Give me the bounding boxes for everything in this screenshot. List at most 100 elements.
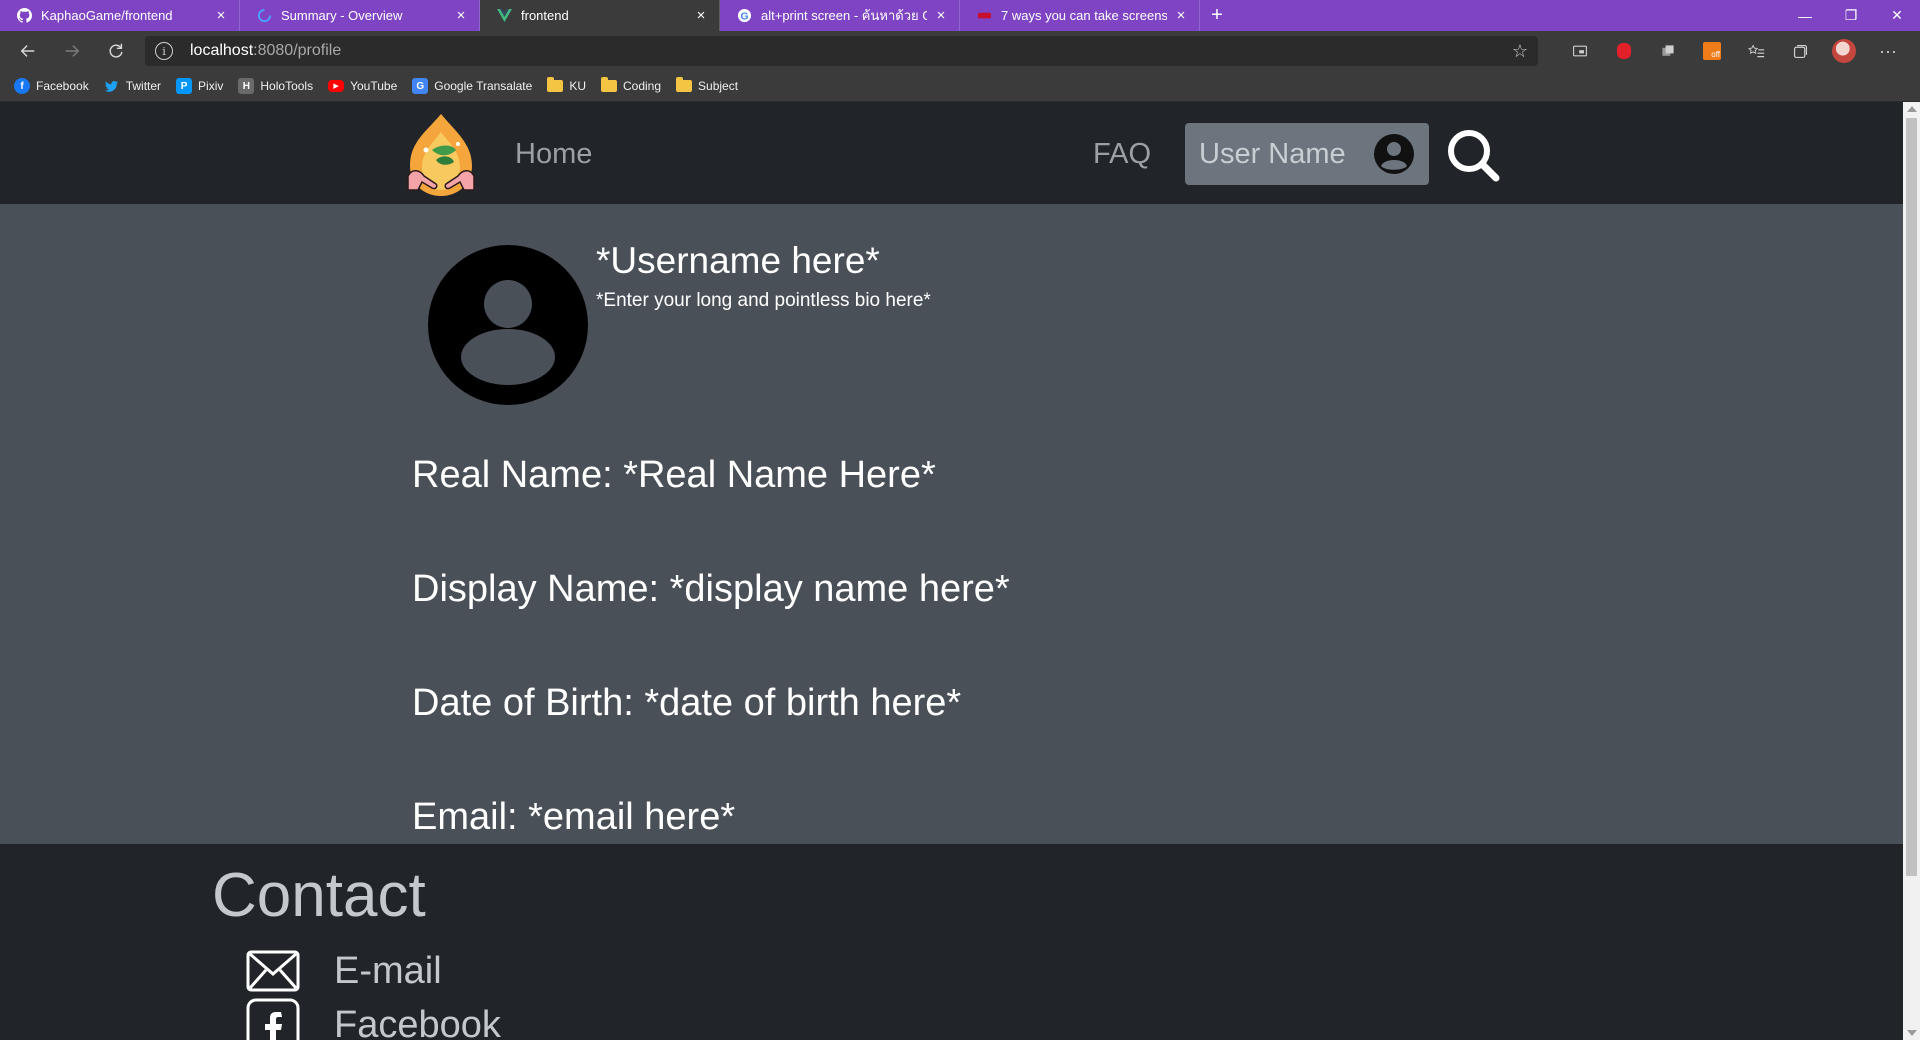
bookmark-holotools[interactable]: H HoloTools	[238, 78, 313, 94]
bookmark-pixiv[interactable]: P Pixiv	[176, 78, 223, 94]
collections-icon[interactable]	[1778, 31, 1822, 71]
back-button[interactable]	[6, 31, 50, 71]
profile-date-of-birth: Date of Birth: *date of birth here*	[412, 682, 962, 724]
browser-tab[interactable]: G alt+print screen - ค้นหาด้วย Goog ×	[720, 0, 960, 31]
contact-email-link[interactable]: E-mail	[246, 944, 442, 998]
tab-close-icon[interactable]: ×	[933, 7, 949, 24]
extension-pdf-icon[interactable]: off	[1690, 31, 1734, 71]
bookmark-twitter[interactable]: Twitter	[104, 78, 161, 94]
browser-tab-active[interactable]: frontend ×	[480, 0, 720, 31]
contact-facebook-label: Facebook	[334, 1003, 501, 1040]
more-menu-icon[interactable]: ···	[1866, 31, 1910, 71]
arrow-left-icon	[20, 45, 35, 57]
folder-icon	[676, 77, 693, 92]
nav-faq-link[interactable]: FAQ	[1093, 138, 1151, 171]
bookmark-label: YouTube	[350, 79, 398, 93]
scroll-up-icon[interactable]	[1907, 106, 1917, 112]
tab-title: KaphaoGame/frontend	[41, 8, 173, 23]
extension-grey-icon[interactable]	[1646, 31, 1690, 71]
profile-avatar[interactable]	[1822, 31, 1866, 71]
browser-tab[interactable]: 7 ways you can take screenshots ×	[960, 0, 1200, 31]
bookmark-label: Subject	[698, 79, 739, 93]
info-icon[interactable]: i	[155, 42, 173, 60]
user-name-label: User Name	[1199, 137, 1346, 170]
profile-section: *Username here* *Enter your long and poi…	[0, 204, 1903, 844]
search-icon[interactable]	[1445, 127, 1501, 183]
profile-username: *Username here*	[596, 240, 880, 281]
bookmark-label: HoloTools	[260, 79, 314, 93]
bookmark-folder-ku[interactable]: KU	[547, 77, 586, 93]
profile-email: Email: *email here*	[412, 796, 736, 838]
contact-email-label: E-mail	[334, 949, 442, 992]
contact-facebook-link[interactable]: Facebook	[246, 998, 501, 1040]
tab-title: frontend	[521, 8, 569, 23]
bookmarks-bar: f Facebook Twitter P Pixiv H HoloTools ▶…	[0, 71, 1920, 102]
screen-cast-icon[interactable]	[1558, 31, 1602, 71]
user-name-button[interactable]: User Name	[1185, 123, 1429, 185]
facebook-icon: f	[14, 78, 30, 94]
tab-title: 7 ways you can take screenshots	[1001, 8, 1167, 23]
profile-real-name: Real Name: *Real Name Here*	[412, 454, 936, 496]
facebook-icon	[246, 998, 300, 1040]
bookmark-label: KU	[569, 79, 586, 93]
arrow-right-icon	[65, 45, 80, 57]
forward-button[interactable]	[50, 31, 94, 71]
tab-title: Summary - Overview	[281, 8, 403, 23]
github-icon	[16, 8, 32, 24]
tab-title: alt+print screen - ค้นหาด้วย Goog	[761, 8, 927, 23]
refresh-icon	[109, 43, 123, 58]
tab-close-icon[interactable]: ×	[213, 7, 229, 24]
svg-text:G: G	[740, 11, 748, 22]
bookmark-label: Pixiv	[198, 79, 224, 93]
browser-tab[interactable]: KaphaoGame/frontend ×	[0, 0, 240, 31]
bookmark-folder-coding[interactable]: Coding	[600, 77, 662, 93]
site-icon	[976, 8, 992, 24]
browser-toolbar: i localhost:8080/profile ☆ off ···	[0, 31, 1920, 71]
scrollbar-thumb[interactable]	[1906, 118, 1917, 876]
logo-icon[interactable]	[396, 110, 486, 200]
pixiv-icon: P	[176, 78, 193, 94]
url-host: localhost	[190, 42, 254, 59]
app-navbar: Home FAQ User Name	[0, 102, 1903, 204]
window-controls: — ❐ ✕	[1782, 0, 1920, 31]
folder-icon	[547, 77, 564, 92]
loading-icon	[256, 8, 272, 24]
favorite-star-icon[interactable]: ☆	[1512, 41, 1528, 62]
bookmark-label: Google Transalate	[434, 79, 533, 93]
minimize-button[interactable]: —	[1782, 0, 1828, 31]
favorites-list-icon[interactable]	[1734, 31, 1778, 71]
google-icon: G	[736, 8, 752, 24]
extension-red-icon[interactable]	[1602, 31, 1646, 71]
url-path: :8080/profile	[253, 42, 342, 59]
close-window-button[interactable]: ✕	[1874, 0, 1920, 31]
bookmark-label: Coding	[622, 79, 662, 93]
tab-close-icon[interactable]: ×	[693, 7, 709, 24]
address-bar[interactable]: i localhost:8080/profile ☆	[145, 36, 1538, 66]
footer: Contact E-mail Facebook	[0, 844, 1903, 1040]
profile-bio: *Enter your long and pointless bio here*	[596, 290, 931, 311]
browser-tab[interactable]: Summary - Overview ×	[240, 0, 480, 31]
youtube-icon: ▶	[328, 80, 345, 92]
tab-strip: KaphaoGame/frontend × Summary - Overview…	[0, 0, 1920, 31]
scroll-down-icon[interactable]	[1907, 1030, 1917, 1036]
bookmark-youtube[interactable]: ▶ YouTube	[328, 79, 397, 93]
folder-icon	[600, 77, 617, 92]
tab-close-icon[interactable]: ×	[1173, 7, 1189, 24]
twitter-icon	[104, 78, 120, 94]
user-circle-icon	[1374, 134, 1414, 174]
page-scrollbar[interactable]	[1903, 102, 1920, 1040]
profile-avatar-icon	[428, 245, 588, 405]
refresh-button[interactable]	[94, 31, 138, 71]
profile-display-name: Display Name: *display name here*	[412, 568, 1010, 610]
nav-home-link[interactable]: Home	[515, 138, 592, 171]
bookmark-google-translate[interactable]: G Google Transalate	[412, 78, 532, 94]
extensions-area: off ···	[1558, 31, 1910, 71]
holotools-icon: H	[238, 78, 255, 94]
tab-close-icon[interactable]: ×	[453, 7, 469, 24]
maximize-button[interactable]: ❐	[1828, 0, 1874, 31]
translate-icon: G	[412, 78, 429, 94]
bookmark-folder-subject[interactable]: Subject	[676, 77, 739, 93]
new-tab-button[interactable]: +	[1200, 0, 1234, 31]
page-viewport: Home FAQ User Name *Username here* *Ente…	[0, 102, 1903, 1040]
bookmark-facebook[interactable]: f Facebook	[14, 78, 89, 94]
